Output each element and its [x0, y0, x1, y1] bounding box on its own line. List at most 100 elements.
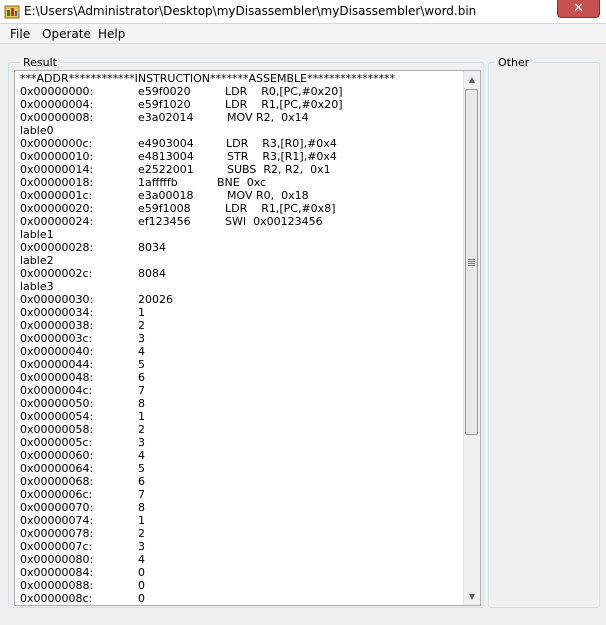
- instruction-cell: e59f1020: [138, 98, 191, 111]
- address-cell: 0x00000024:: [20, 215, 94, 228]
- address-cell: lable2: [20, 254, 54, 267]
- instruction-cell: e3a02014: [138, 111, 194, 124]
- grip-line: [468, 263, 475, 264]
- result-listbox[interactable]: ***ADDR************INSTRUCTION*******ASS…: [14, 70, 481, 606]
- instruction-cell: 5: [138, 462, 145, 475]
- assemble-cell: BNE 0xc: [217, 176, 267, 189]
- address-cell: 0x00000018:: [20, 176, 94, 189]
- instruction-cell: 3: [138, 332, 145, 345]
- address-cell: 0x00000044:: [20, 358, 94, 371]
- instruction-cell: 0: [138, 592, 145, 605]
- assemble-cell: MOV R2, 0x14: [227, 111, 309, 124]
- instruction-cell: 4: [138, 449, 145, 462]
- address-cell: 0x00000034:: [20, 306, 94, 319]
- instruction-cell: e59f0020: [138, 85, 191, 98]
- address-cell: 0x0000000c:: [20, 137, 93, 150]
- instruction-cell: 1: [138, 514, 145, 527]
- address-cell: lable1: [20, 228, 54, 241]
- address-cell: 0x00000048:: [20, 371, 94, 384]
- instruction-cell: 7: [138, 384, 145, 397]
- instruction-cell: 4: [138, 553, 145, 566]
- menu-help[interactable]: Help: [98, 27, 125, 41]
- address-cell: 0x0000006c:: [20, 488, 93, 501]
- scroll-down-button[interactable]: ▼: [464, 588, 480, 605]
- chevron-up-icon: ▲: [468, 75, 476, 84]
- instruction-cell: 3: [138, 540, 145, 553]
- address-cell: 0x00000004:: [20, 98, 94, 111]
- app-icon: [4, 5, 20, 19]
- address-cell: 0x00000074:: [20, 514, 94, 527]
- address-cell: 0x00000080:: [20, 553, 94, 566]
- menu-file[interactable]: File: [10, 27, 30, 41]
- address-cell: 0x0000007c:: [20, 540, 93, 553]
- instruction-cell: 1: [138, 306, 145, 319]
- address-cell: lable0: [20, 124, 54, 137]
- other-group-label: Other: [495, 56, 533, 69]
- instruction-cell: ef123456: [138, 215, 191, 228]
- instruction-cell: 6: [138, 475, 145, 488]
- address-cell: 0x00000040:: [20, 345, 94, 358]
- address-cell: 0x0000005c:: [20, 436, 93, 449]
- address-cell: 0x0000008c:: [20, 592, 93, 605]
- address-cell: 0x00000028:: [20, 241, 94, 254]
- instruction-cell: e4903004: [138, 137, 194, 150]
- assemble-cell: LDR R1,[PC,#0x8]: [225, 202, 336, 215]
- address-cell: 0x00000070:: [20, 501, 94, 514]
- instruction-cell: 8084: [138, 267, 166, 280]
- instruction-cell: 0: [138, 579, 145, 592]
- grip-line: [468, 265, 475, 266]
- address-cell: lable3: [20, 280, 54, 293]
- address-cell: 0x00000060:: [20, 449, 94, 462]
- assemble-cell: STR R3,[R1],#0x4: [227, 150, 337, 163]
- instruction-cell: e2522001: [138, 163, 194, 176]
- title-bar: E:\Users\Administrator\Desktop\myDisasse…: [0, 0, 606, 24]
- address-cell: 0x00000064:: [20, 462, 94, 475]
- menu-operate[interactable]: Operate: [42, 27, 91, 41]
- instruction-cell: 2: [138, 527, 145, 540]
- vertical-scrollbar[interactable]: ▲ ▼: [463, 71, 480, 605]
- address-cell: 0x00000000:: [20, 85, 94, 98]
- instruction-cell: 8: [138, 501, 145, 514]
- address-cell: 0x00000020:: [20, 202, 94, 215]
- assemble-cell: LDR R0,[PC,#0x20]: [225, 85, 343, 98]
- window-title: E:\Users\Administrator\Desktop\myDisasse…: [24, 4, 477, 18]
- assemble-cell: LDR R1,[PC,#0x20]: [225, 98, 343, 111]
- instruction-cell: 4: [138, 345, 145, 358]
- instruction-cell: 3: [138, 436, 145, 449]
- result-header: ***ADDR************INSTRUCTION*******ASS…: [20, 72, 396, 85]
- instruction-cell: e4813004: [138, 150, 194, 163]
- instruction-cell: 6: [138, 371, 145, 384]
- address-cell: 0x0000003c:: [20, 332, 93, 345]
- address-cell: 0x00000068:: [20, 475, 94, 488]
- instruction-cell: 1: [138, 410, 145, 423]
- address-cell: 0x00000050:: [20, 397, 94, 410]
- instruction-cell: 2: [138, 319, 145, 332]
- instruction-cell: 5: [138, 358, 145, 371]
- scroll-thumb[interactable]: [465, 89, 478, 435]
- result-group-label: Result: [20, 56, 60, 69]
- instruction-cell: e59f1008: [138, 202, 191, 215]
- other-group: [488, 62, 600, 608]
- assemble-cell: SUBS R2, R2, 0x1: [227, 163, 331, 176]
- grip-line: [468, 261, 475, 262]
- address-cell: 0x0000001c:: [20, 189, 93, 202]
- assemble-cell: SWI 0x00123456: [225, 215, 323, 228]
- address-cell: 0x00000088:: [20, 579, 94, 592]
- address-cell: 0x00000008:: [20, 111, 94, 124]
- instruction-cell: 20026: [138, 293, 173, 306]
- instruction-cell: 1afffffb: [138, 176, 178, 189]
- close-button[interactable]: ✕: [557, 0, 600, 18]
- scroll-up-button[interactable]: ▲: [464, 71, 480, 88]
- address-cell: 0x00000078:: [20, 527, 94, 540]
- instruction-cell: 8: [138, 397, 145, 410]
- address-cell: 0x00000010:: [20, 150, 94, 163]
- address-cell: 0x00000030:: [20, 293, 94, 306]
- chevron-down-icon: ▼: [468, 592, 476, 601]
- menu-bar: File Operate Help: [0, 24, 606, 44]
- grip-line: [468, 259, 475, 260]
- address-cell: 0x0000004c:: [20, 384, 93, 397]
- close-icon: ✕: [573, 1, 584, 16]
- instruction-cell: 7: [138, 488, 145, 501]
- assemble-cell: LDR R3,[R0],#0x4: [226, 137, 337, 150]
- instruction-cell: 8034: [138, 241, 166, 254]
